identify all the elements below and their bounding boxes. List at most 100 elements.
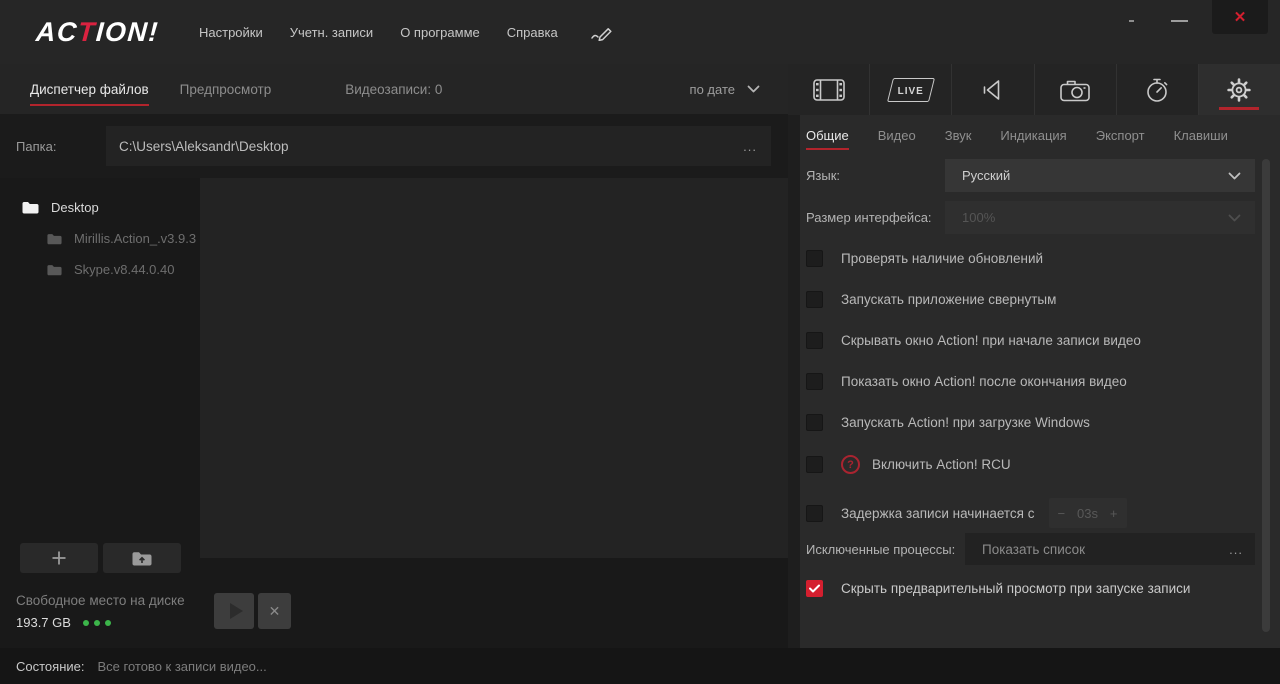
- tree-item-folder[interactable]: Mirillis.Action_.v3.9.3: [47, 231, 200, 246]
- app-window: ACTION! Настройки Учетн. записи О програ…: [0, 0, 1280, 684]
- hide-preview-checkbox[interactable]: [806, 580, 823, 597]
- chevron-down-icon: [1228, 214, 1241, 222]
- rcu-row: ? Включить Action! RCU: [806, 455, 1280, 474]
- folder-row: Папка: C:\Users\Aleksandr\Desktop ...: [0, 114, 788, 178]
- folder-open-icon: [132, 551, 152, 566]
- tree-item-folder[interactable]: Skype.v8.44.0.40: [47, 262, 200, 277]
- autostart-row: Запускать Action! при загрузке Windows: [806, 414, 1280, 431]
- preview-controls: ✕: [214, 593, 788, 629]
- play-icon: [230, 603, 243, 619]
- close-icon: ✕: [269, 603, 281, 620]
- help-icon[interactable]: ?: [841, 455, 860, 474]
- menu-help[interactable]: Справка: [507, 25, 558, 40]
- add-folder-button[interactable]: [20, 543, 98, 573]
- folder-label: Папка:: [16, 139, 106, 154]
- mode-tab-video-recording[interactable]: [788, 64, 870, 115]
- open-folder-button[interactable]: [103, 543, 181, 573]
- tab-preview[interactable]: Предпросмотр: [180, 82, 272, 97]
- ui-size-label: Размер интерфейса:: [806, 210, 945, 225]
- delete-recording-button[interactable]: ✕: [258, 593, 291, 629]
- disk-free-label: Свободное место на диске: [16, 593, 185, 608]
- settings-tab-general[interactable]: Общие: [806, 128, 849, 143]
- file-manager-panel: Диспетчер файлов Предпросмотр Видеозапис…: [0, 64, 788, 648]
- minimize-button[interactable]: [1171, 20, 1188, 22]
- chevron-down-icon: [747, 85, 760, 93]
- settings-tab-export[interactable]: Экспорт: [1096, 128, 1145, 143]
- ui-size-select[interactable]: 100%: [945, 201, 1255, 234]
- check-updates-label: Проверять наличие обновлений: [841, 251, 1043, 266]
- stepper-minus-button[interactable]: −: [1058, 506, 1066, 521]
- excluded-processes-input[interactable]: Показать список ...: [965, 533, 1255, 565]
- excluded-processes-browse-button[interactable]: ...: [1229, 542, 1243, 557]
- logo-part1: AC: [35, 17, 79, 47]
- play-button[interactable]: [214, 593, 254, 629]
- menu-settings[interactable]: Настройки: [199, 25, 263, 40]
- language-select[interactable]: Русский: [945, 159, 1255, 192]
- tree-actions: [20, 543, 181, 573]
- logo-accent-letter: T: [77, 17, 97, 47]
- start-minimized-checkbox[interactable]: [806, 291, 823, 308]
- stopwatch-icon: [1144, 77, 1170, 103]
- record-delay-row: Задержка записи начинается с − 03s +: [806, 498, 1280, 528]
- speaker-icon: [982, 78, 1004, 102]
- camera-icon: [1060, 78, 1090, 102]
- file-list-area: ✕: [200, 178, 788, 648]
- chevron-down-icon: [1228, 172, 1241, 180]
- record-delay-checkbox[interactable]: [806, 505, 823, 522]
- mode-tab-live-streaming[interactable]: LIVE: [870, 64, 952, 115]
- show-after-record-row: Показать окно Action! после окончания ви…: [806, 373, 1280, 390]
- show-after-record-checkbox[interactable]: [806, 373, 823, 390]
- settings-tab-audio[interactable]: Звук: [945, 128, 972, 143]
- check-updates-checkbox[interactable]: [806, 250, 823, 267]
- excluded-processes-label: Исключенные процессы:: [806, 542, 965, 557]
- language-row: Язык: Русский: [806, 159, 1280, 192]
- tray-minimize-button[interactable]: [1129, 20, 1134, 22]
- show-after-record-label: Показать окно Action! после окончания ви…: [841, 374, 1127, 389]
- menu-about[interactable]: О программе: [400, 25, 480, 40]
- start-minimized-row: Запускать приложение свернутым: [806, 291, 1280, 308]
- pen-tool-button[interactable]: [590, 23, 616, 41]
- settings-tab-hotkeys[interactable]: Клавиши: [1174, 128, 1228, 143]
- check-icon: [809, 584, 820, 593]
- live-label: LIVE: [897, 86, 923, 97]
- language-label: Язык:: [806, 168, 945, 183]
- settings-panel: LIVE: [788, 64, 1280, 648]
- folder-path-input[interactable]: C:\Users\Aleksandr\Desktop ...: [106, 126, 771, 166]
- hide-on-record-label: Скрывать окно Action! при начале записи …: [841, 333, 1141, 348]
- hide-preview-label: Скрыть предварительный просмотр при запу…: [841, 581, 1190, 596]
- sort-dropdown[interactable]: по дате: [690, 82, 760, 97]
- folder-icon: [22, 201, 39, 214]
- mode-tab-audio-recording[interactable]: [952, 64, 1034, 115]
- browse-folder-button[interactable]: ...: [743, 139, 757, 154]
- tree-item-label: Skype.v8.44.0.40: [74, 262, 174, 277]
- close-button[interactable]: ✕: [1212, 0, 1268, 34]
- excluded-processes-row: Исключенные процессы: Показать список ..…: [806, 533, 1280, 565]
- stepper-plus-button[interactable]: +: [1110, 506, 1118, 521]
- autostart-checkbox[interactable]: [806, 414, 823, 431]
- file-list-empty: [200, 178, 788, 558]
- rcu-checkbox[interactable]: [806, 456, 823, 473]
- main-area: Диспетчер файлов Предпросмотр Видеозапис…: [0, 64, 1280, 648]
- recordings-count: Видеозаписи: 0: [345, 82, 442, 97]
- settings-tab-video[interactable]: Видео: [878, 128, 916, 143]
- file-manager-tabs: Диспетчер файлов Предпросмотр Видеозапис…: [0, 64, 788, 114]
- settings-scrollbar[interactable]: [1262, 159, 1270, 632]
- tree-item-desktop[interactable]: Desktop: [22, 200, 200, 215]
- sort-label: по дате: [690, 82, 735, 97]
- mode-tab-settings[interactable]: [1199, 64, 1280, 115]
- menu-accounts[interactable]: Учетн. записи: [290, 25, 373, 40]
- folder-icon: [47, 233, 62, 245]
- ui-size-row: Размер интерфейса: 100%: [806, 201, 1280, 234]
- film-icon: [813, 79, 845, 101]
- tree-item-label: Mirillis.Action_.v3.9.3: [74, 231, 196, 246]
- hide-on-record-checkbox[interactable]: [806, 332, 823, 349]
- tab-file-manager[interactable]: Диспетчер файлов: [30, 82, 149, 97]
- app-logo: ACTION!: [35, 17, 160, 48]
- mode-tab-benchmark[interactable]: [1117, 64, 1199, 115]
- settings-tab-hud[interactable]: Индикация: [1000, 128, 1066, 143]
- disk-info: Свободное место на диске 193.7 GB: [16, 593, 185, 630]
- start-minimized-label: Запускать приложение свернутым: [841, 292, 1056, 307]
- mode-tab-screenshots[interactable]: [1035, 64, 1117, 115]
- settings-tabs: Общие Видео Звук Индикация Экспорт Клави…: [800, 115, 1280, 155]
- excluded-processes-value: Показать список: [982, 542, 1085, 557]
